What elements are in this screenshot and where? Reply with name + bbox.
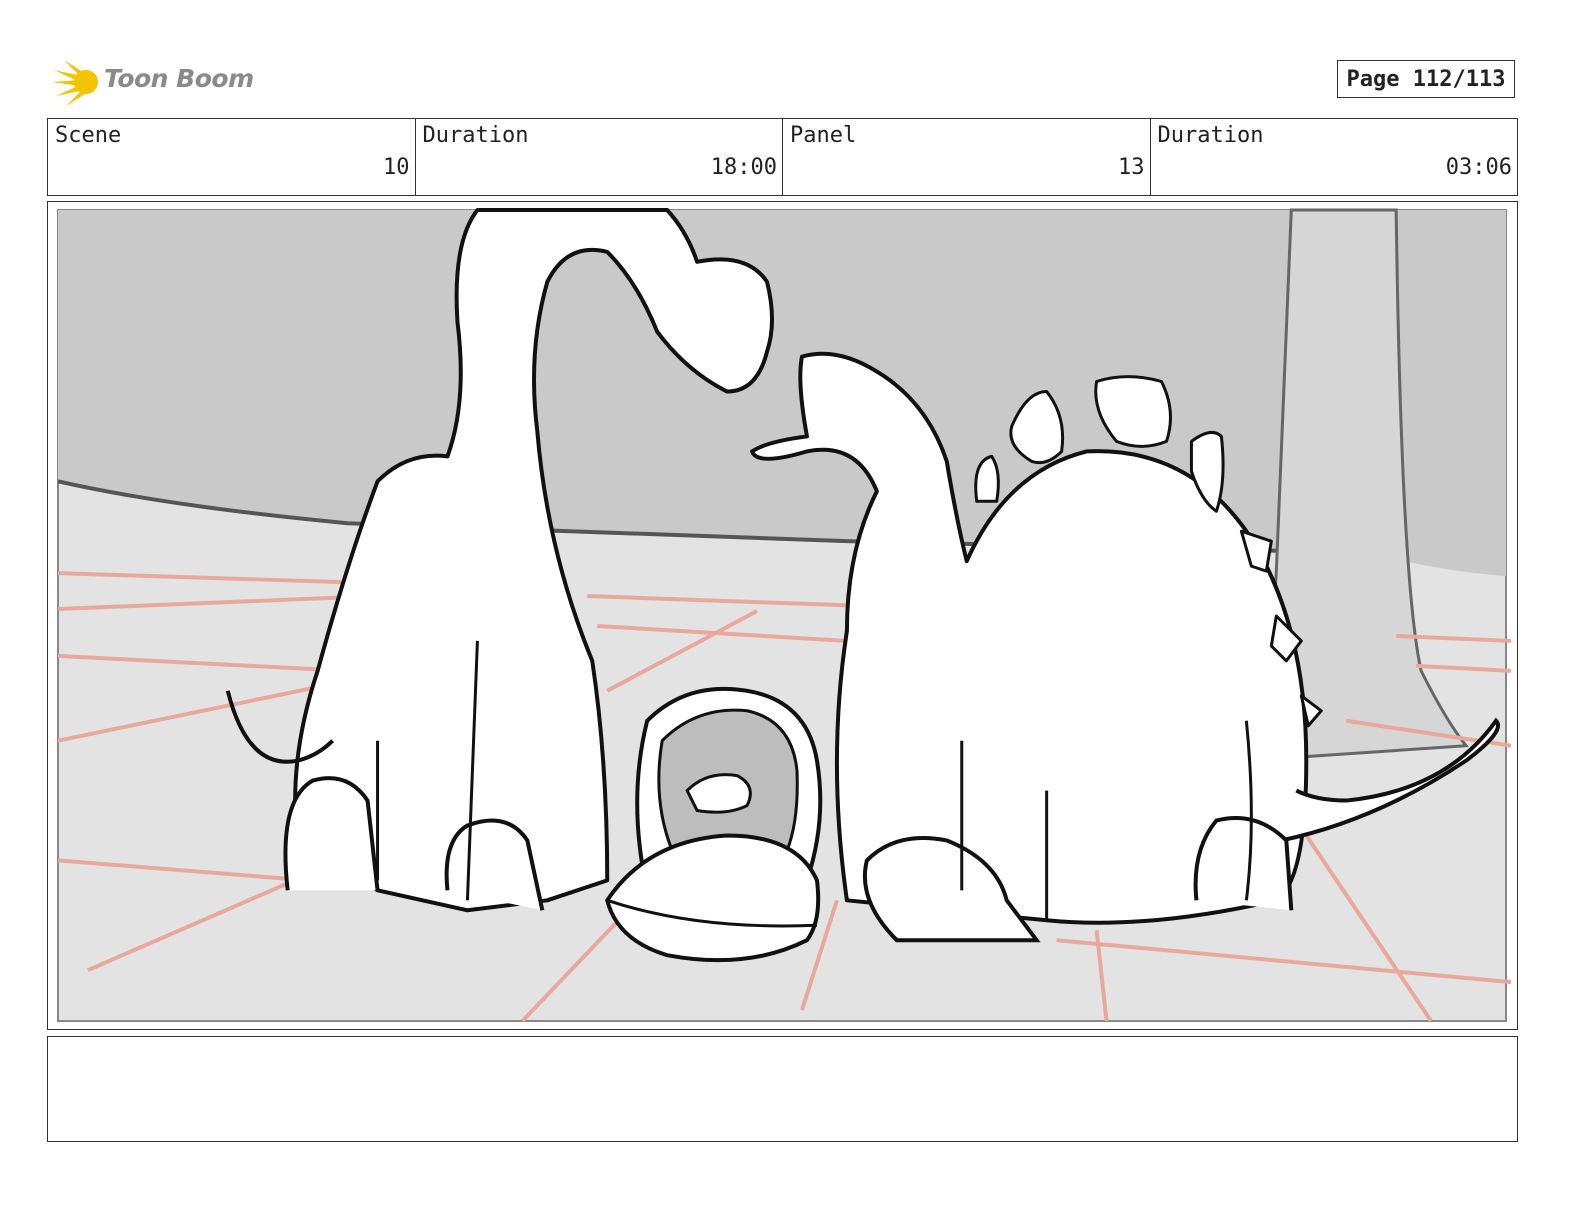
page-indicator: Page 112/113 bbox=[1337, 60, 1515, 98]
storyboard-sketch bbox=[56, 207, 1512, 1023]
scene-label: Scene bbox=[55, 123, 122, 148]
panel-cell: Panel 13 bbox=[783, 119, 1151, 195]
storyboard-panel bbox=[47, 201, 1518, 1030]
scene-duration-label: Duration bbox=[422, 123, 529, 148]
brand-name: Toon Boom bbox=[104, 64, 254, 93]
scene-value: 10 bbox=[383, 155, 410, 180]
scene-duration-value: 18:00 bbox=[710, 155, 777, 180]
panel-info-table: Scene 10 Duration 18:00 Panel 13 Duratio… bbox=[47, 118, 1518, 196]
panel-notes bbox=[47, 1036, 1518, 1142]
panel-value: 13 bbox=[1118, 155, 1145, 180]
scene-cell: Scene 10 bbox=[48, 119, 416, 195]
panel-label: Panel bbox=[790, 123, 857, 148]
panel-duration-value: 03:06 bbox=[1445, 155, 1512, 180]
scene-duration-cell: Duration 18:00 bbox=[416, 119, 783, 195]
panel-duration-cell: Duration 03:06 bbox=[1151, 119, 1518, 195]
panel-duration-label: Duration bbox=[1157, 123, 1264, 148]
